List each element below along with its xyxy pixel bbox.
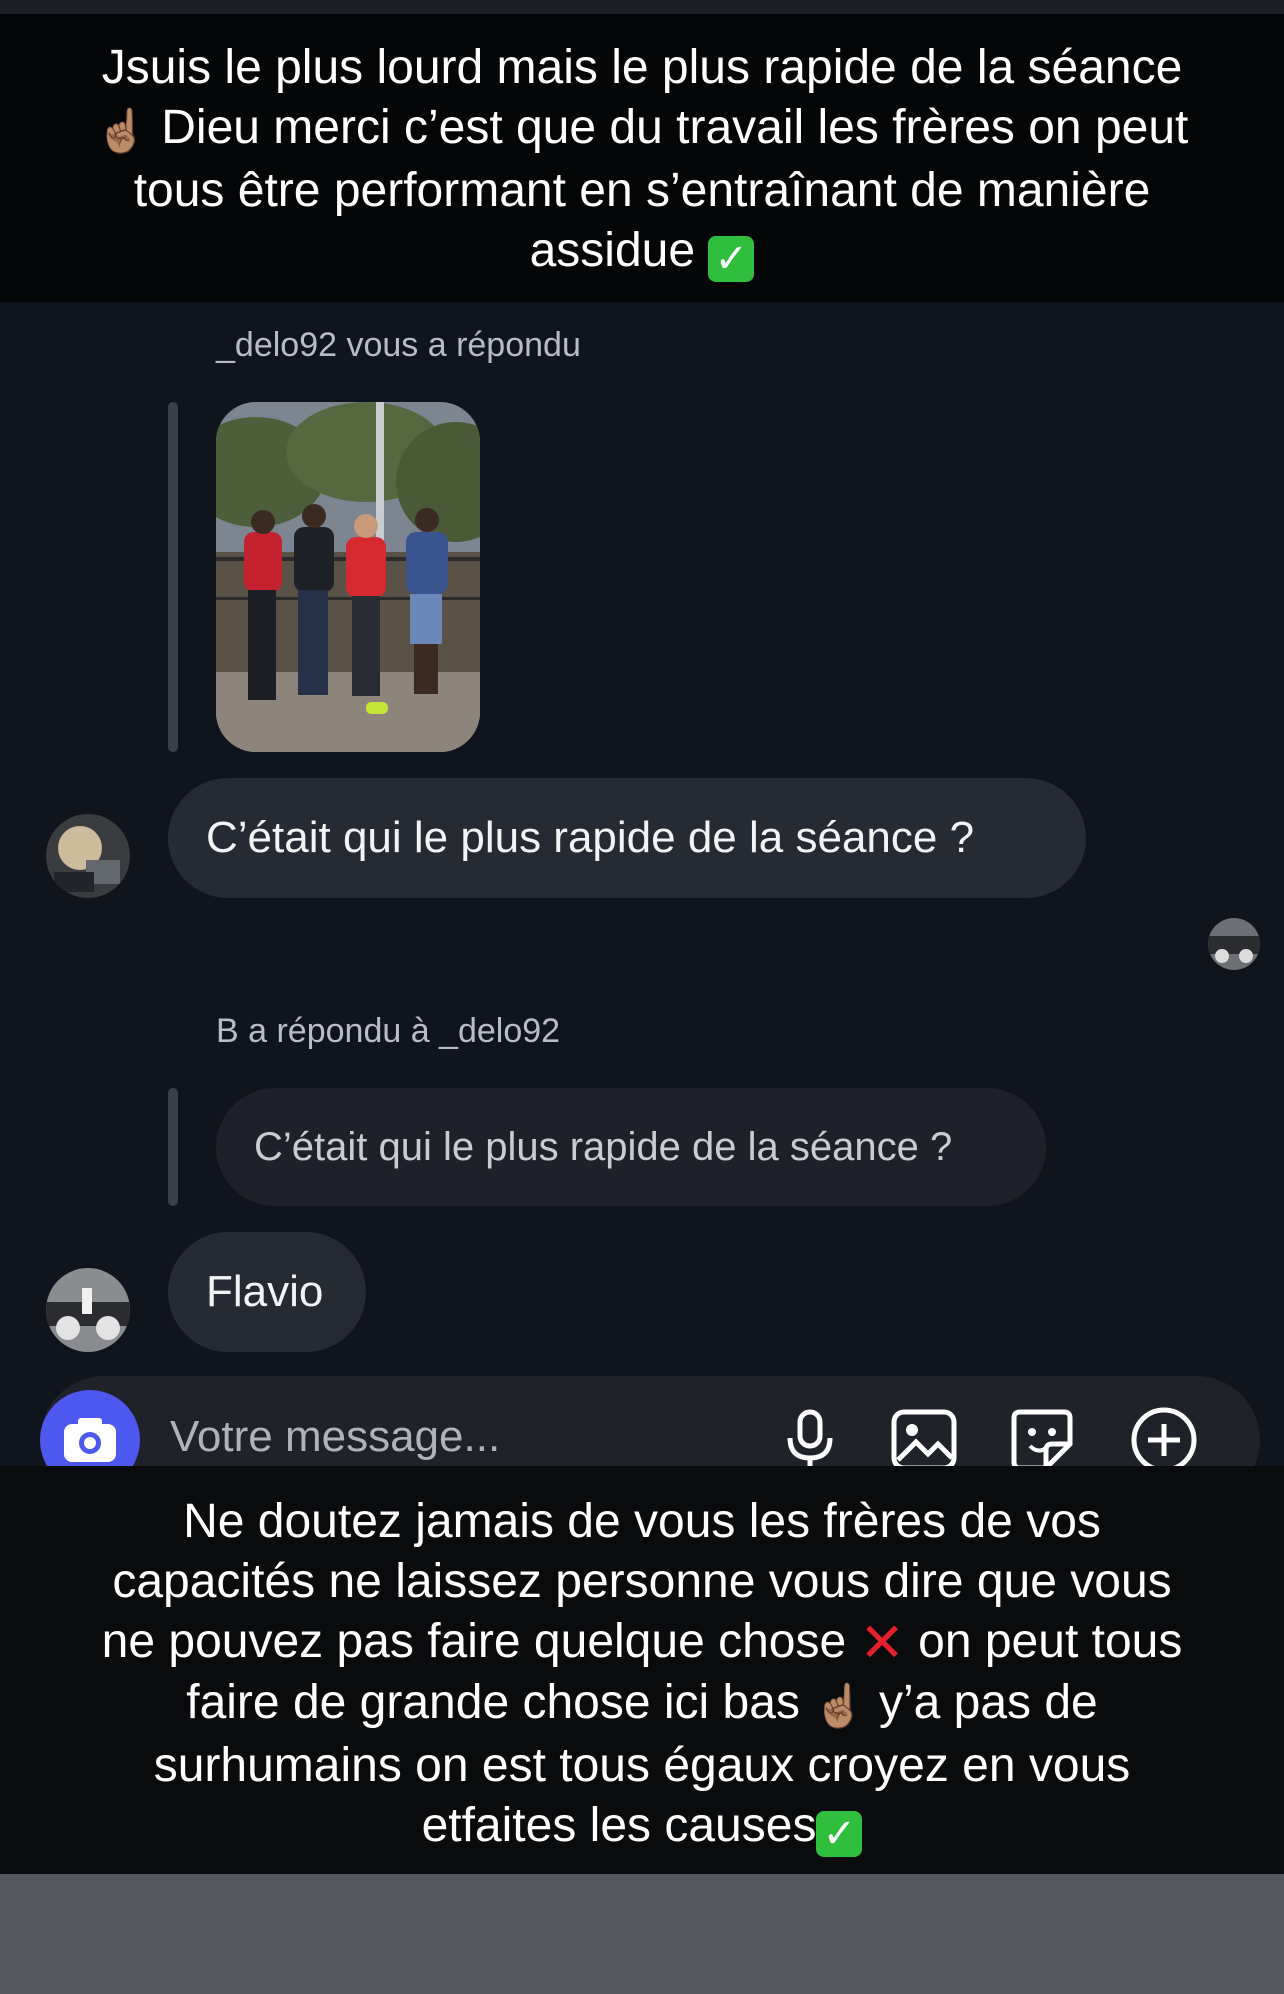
reply-quote-bar <box>168 402 178 752</box>
caption-text: Dieu merci c’est que du travail les frèr… <box>161 101 1189 154</box>
caption-text: ne pouvez pas faire quelque chose <box>101 1615 847 1668</box>
pointing-up-emoji-icon: ☝🏽 <box>813 1682 866 1729</box>
caption-line: tous être performant en s’entraînant de … <box>133 164 1151 217</box>
caption-line: Ne doutez jamais de vous les frères de v… <box>183 1495 1101 1548</box>
caption-text: assidue <box>529 224 696 277</box>
caption-line: Jsuis le plus lourd mais le plus rapide … <box>101 41 1183 94</box>
caption-text: faire de grande chose ici bas <box>186 1676 800 1729</box>
quoted-message[interactable]: C’était qui le plus rapide de la séance … <box>216 1088 1046 1206</box>
check-mark-emoji-icon: ✓ <box>708 236 755 282</box>
message-input[interactable]: Votre message... <box>170 1412 500 1462</box>
message-bubble[interactable]: C’était qui le plus rapide de la séance … <box>168 778 1086 898</box>
caption-text: etfaites les causes <box>421 1799 817 1852</box>
check-mark-emoji-icon: ✓ <box>816 1811 863 1857</box>
reply-header: _delo92 vous a répondu <box>216 326 581 364</box>
story-caption-bottom: Ne doutez jamais de vous les frères de v… <box>0 1466 1284 1874</box>
avatar[interactable] <box>46 1268 130 1352</box>
caption-line: etfaites les causes ✓ <box>40 1796 1244 1857</box>
read-receipt-avatar <box>1208 918 1260 970</box>
caption-line: assidue ✓ <box>40 221 1244 282</box>
caption-line: faire de grande chose ici bas ☝🏽 y’a pas… <box>40 1673 1244 1736</box>
reply-header: B a répondu à _delo92 <box>216 1012 561 1050</box>
shared-photo[interactable] <box>216 402 480 752</box>
caption-line: ne pouvez pas faire quelque chose ✕ on p… <box>40 1612 1244 1673</box>
reply-quote-bar <box>168 1088 178 1206</box>
pointing-up-emoji-icon: ☝🏽 <box>95 107 148 154</box>
cross-mark-emoji-icon: ✕ <box>859 1613 905 1673</box>
message-bubble[interactable]: Flavio <box>168 1232 366 1352</box>
bottom-bar <box>0 1874 1284 1994</box>
status-strip <box>0 0 1284 14</box>
avatar[interactable] <box>46 814 130 898</box>
caption-line: surhumains on est tous égaux croyez en v… <box>153 1739 1131 1792</box>
story-caption-top: Jsuis le plus lourd mais le plus rapide … <box>0 14 1284 302</box>
caption-line: capacités ne laissez personne vous dire … <box>112 1555 1172 1608</box>
caption-line: ☝🏽 Dieu merci c’est que du travail les f… <box>40 98 1244 161</box>
caption-text: y’a pas de <box>878 1676 1098 1729</box>
caption-text: on peut tous <box>918 1615 1183 1668</box>
